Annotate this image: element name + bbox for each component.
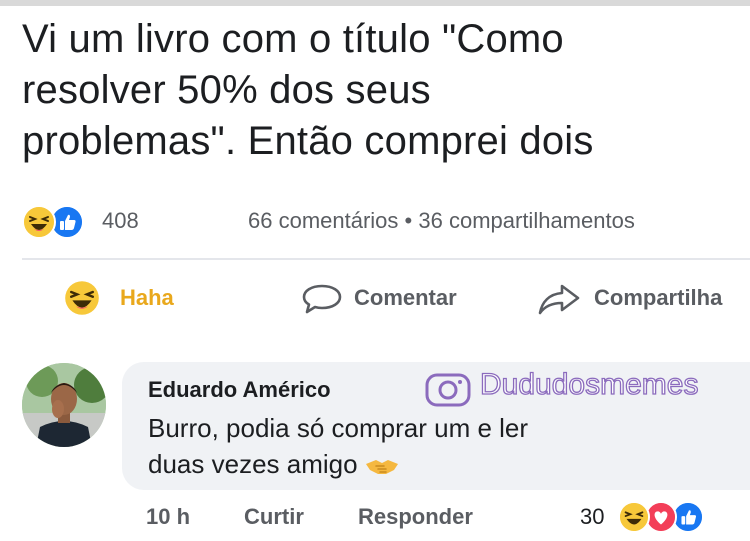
comment-reaction-summary[interactable] (618, 500, 750, 534)
comment-label: Comentar (354, 285, 457, 310)
separator-dot: • (404, 208, 413, 233)
like-link[interactable]: Curtir (244, 504, 304, 530)
profile-photo (22, 363, 106, 447)
watermark-text: Dududosmemes (479, 367, 699, 401)
haha-emoji-icon (22, 205, 56, 239)
comment-icon (302, 284, 342, 314)
haha-emoji-icon (618, 501, 650, 533)
divider (22, 258, 750, 260)
comment-age[interactable]: 10 h (146, 504, 190, 530)
comments-shares-summary: 66 comentários • 36 compartilhamentos (248, 208, 635, 234)
haha-label: Haha (120, 285, 174, 310)
comment-text-line2: duas vezes amigo (148, 446, 708, 482)
instagram-icon (425, 373, 471, 407)
reaction-summary[interactable] (22, 203, 92, 239)
action-bar: Haha Comentar Compartilha (0, 270, 750, 326)
comment-reaction-count[interactable]: 30 (580, 504, 604, 530)
reaction-count[interactable]: 408 (102, 208, 139, 234)
haha-emoji-icon (65, 281, 99, 315)
post-text-line: Vi um livro com o título "Como (22, 17, 564, 61)
comment-text: Burro, podia só comprar um e ler duas ve… (148, 410, 708, 482)
reply-link[interactable]: Responder (358, 504, 473, 530)
comment-author-name[interactable]: Eduardo Américo (148, 377, 331, 403)
post-text-line: problemas". Então comprei dois (22, 119, 594, 163)
comments-count-link[interactable]: 66 comentários (248, 208, 398, 233)
comment-meta: 10 h Curtir Responder 30 (0, 500, 750, 536)
post-text: Vi um livro com o título "Como resolver … (22, 14, 747, 167)
handshake-icon (365, 460, 398, 475)
comment-text-line: Burro, podia só comprar um e ler (148, 413, 529, 443)
post-text-line: resolver 50% dos seus (22, 68, 431, 112)
shares-count-link[interactable]: 36 compartilhamentos (418, 208, 634, 233)
comment-bubble: Eduardo Américo Dududosmemes Burro, podi… (122, 362, 750, 490)
avatar[interactable] (22, 363, 106, 447)
share-label: Compartilha (594, 285, 723, 310)
top-edge (0, 0, 750, 6)
comment-text-line: duas vezes amigo (148, 449, 358, 479)
share-icon (538, 284, 580, 315)
post-stats: 408 66 comentários • 36 compartilhamento… (22, 203, 750, 239)
